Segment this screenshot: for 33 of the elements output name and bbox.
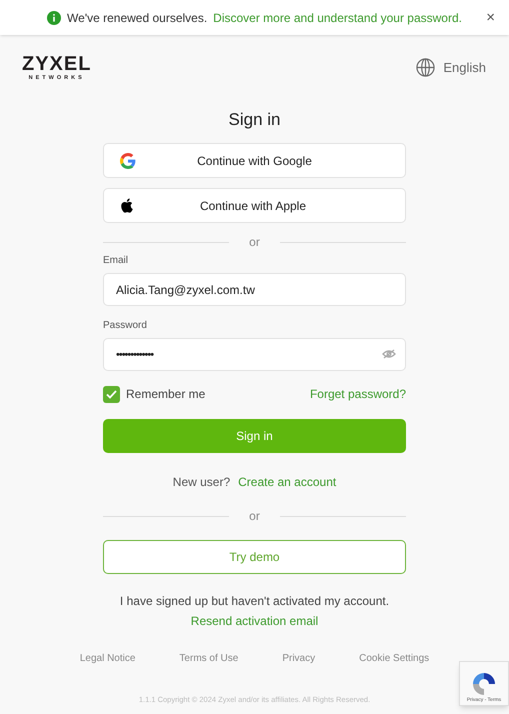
apple-icon <box>120 198 133 213</box>
globe-icon <box>416 58 436 78</box>
close-button[interactable]: × <box>486 10 495 25</box>
checkmark-icon <box>106 390 117 398</box>
hidden-eye-icon[interactable] <box>382 349 396 359</box>
sign-in-button[interactable]: Sign in <box>103 419 406 453</box>
password-field[interactable]: ••••••••••••• <box>103 338 406 371</box>
forget-password-link[interactable]: Forget password? <box>310 385 406 403</box>
banner-link[interactable]: Discover more and understand your password. <box>213 8 462 26</box>
new-user-text: New user? <box>172 474 230 491</box>
divider-text: or <box>248 508 261 525</box>
footer-link[interactable]: Privacy <box>282 651 316 666</box>
google-icon <box>120 152 136 168</box>
social-sign-in-button[interactable]: Continue with Google <box>103 143 406 178</box>
footer-link[interactable]: Terms of Use <box>179 651 238 666</box>
divider-text: or <box>248 234 261 251</box>
page-title: Sign in <box>228 108 280 130</box>
create-account-link[interactable]: Create an account <box>238 473 336 491</box>
footer-link[interactable]: Cookie Settings <box>359 651 430 666</box>
language-selector[interactable]: English <box>416 58 486 78</box>
social-sign-in-button[interactable]: Continue with Apple <box>103 188 406 223</box>
recaptcha-icon <box>471 670 497 696</box>
footer-link[interactable]: Legal Notice <box>80 651 136 666</box>
email-label: Email <box>103 254 128 268</box>
banner-message: We've renewed ourselves. <box>67 10 208 26</box>
try-demo-button[interactable]: Try demo <box>103 540 406 574</box>
password-label: Password <box>103 319 147 333</box>
info-icon <box>47 10 62 24</box>
remember-me-label: Remember me <box>126 386 206 403</box>
email-field[interactable]: Alicia.Tang@zyxel.com.tw <box>103 273 406 306</box>
resend-activation-link[interactable]: Resend activation email <box>190 612 318 630</box>
remember-me-checkbox[interactable] <box>103 386 120 402</box>
activation-text: I have signed up but haven't activated my account. <box>120 593 390 610</box>
